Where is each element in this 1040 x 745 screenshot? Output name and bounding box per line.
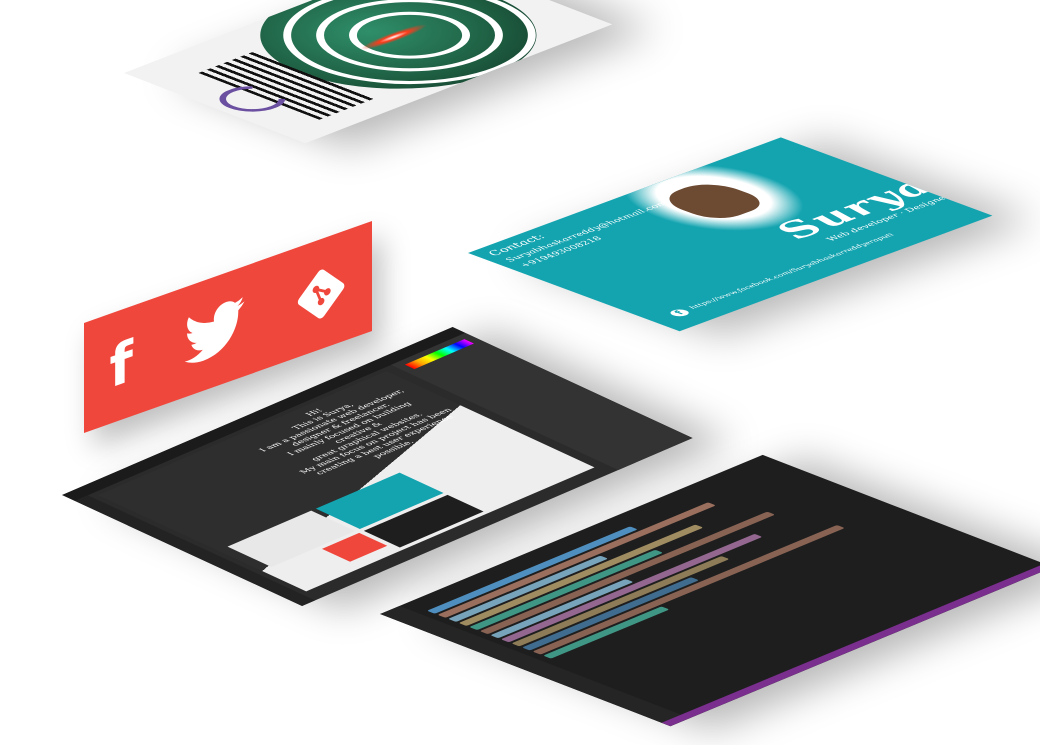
bio-text: Hi! This is Surya, I am a passionate web… [227, 375, 482, 488]
git-icon[interactable] [297, 259, 347, 329]
mockup-scene: f Contact: Suryabhaskarreddy@hotmail.com… [0, 0, 1040, 745]
contact-email[interactable]: Suryabhaskarreddy@hotmail.com [503, 201, 672, 263]
twitter-icon[interactable] [184, 295, 245, 369]
facebook-small-icon[interactable]: f [666, 308, 693, 318]
facebook-icon[interactable]: f [110, 328, 133, 401]
thumb-portrait [227, 510, 356, 567]
portrait-card [124, 0, 613, 144]
facebook-url[interactable]: https://www.facebook.com/Suryabhaskarred… [687, 232, 897, 309]
business-card: Contact: Suryabhaskarreddy@hotmail.com +… [468, 137, 993, 332]
